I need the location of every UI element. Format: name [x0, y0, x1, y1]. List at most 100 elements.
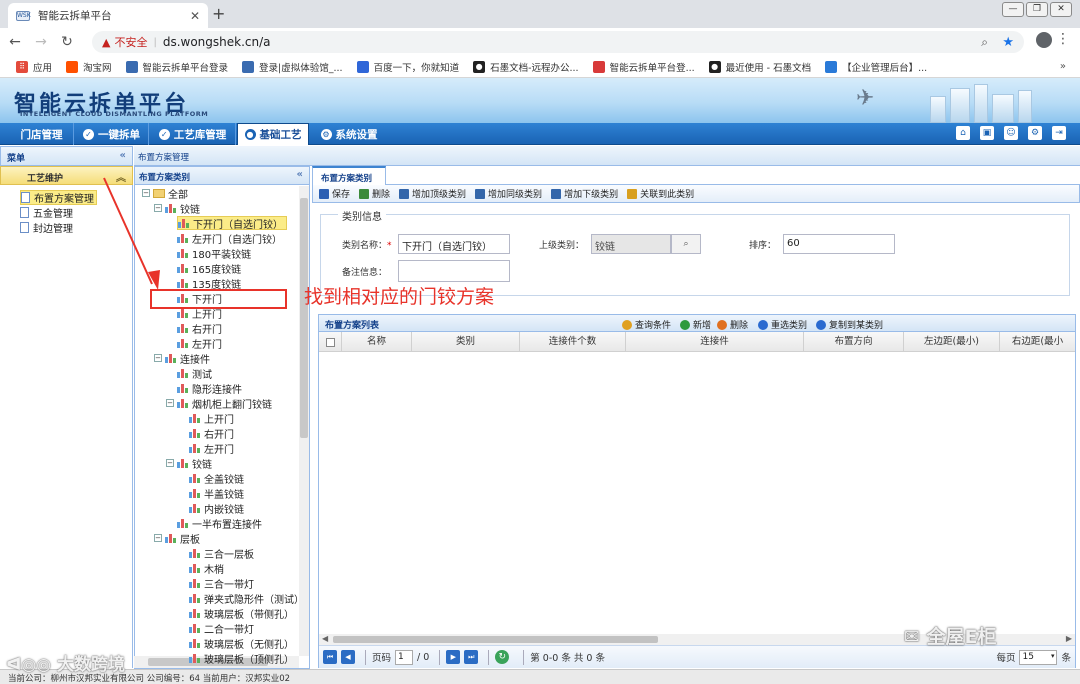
restore-icon[interactable]: ❐: [1026, 2, 1048, 17]
menu-item-edge-banding[interactable]: 封边管理: [20, 220, 73, 235]
grid-action-button[interactable]: 重选类别: [758, 318, 807, 331]
tree-node[interactable]: 三合一层板: [189, 546, 254, 561]
tree-node[interactable]: 弹夹式隐形件（测试）: [189, 591, 304, 606]
tree-node[interactable]: 下开门: [177, 291, 222, 306]
bookmark-star-icon[interactable]: ★: [1002, 35, 1014, 50]
order-input[interactable]: 60: [783, 234, 895, 254]
collapse-left-icon[interactable]: «: [297, 169, 303, 180]
bookmark-item[interactable]: ● 石墨文档-远程办公...: [473, 60, 579, 74]
parent-category-search-button[interactable]: ⌕: [671, 234, 701, 254]
grid-action-button[interactable]: 删除: [717, 318, 748, 331]
last-page-icon[interactable]: ⏭: [464, 650, 479, 664]
url-text[interactable]: ds.wongshek.cn/a: [163, 35, 271, 49]
tree-node[interactable]: − 全部: [142, 186, 188, 201]
tree-node[interactable]: − 层板: [154, 531, 200, 546]
bookmark-item[interactable]: ● 最近使用 - 石墨文档: [708, 60, 811, 74]
tree-node[interactable]: 测试: [177, 366, 212, 381]
back-arrow-icon[interactable]: ←: [4, 34, 26, 50]
column-header[interactable]: 左边距(最小): [904, 332, 1000, 352]
select-all-checkbox[interactable]: [326, 338, 335, 347]
tree-node[interactable]: 下开门（自选门铰）: [177, 216, 287, 231]
bookmark-item[interactable]: 智能云拆单平台登录: [125, 60, 228, 74]
column-header[interactable]: 名称: [342, 332, 412, 352]
bookmark-item[interactable]: 【企业管理后台】...: [825, 60, 927, 74]
monitor-icon[interactable]: ▣: [980, 126, 994, 140]
forward-arrow-icon[interactable]: →: [30, 34, 52, 50]
tree-node[interactable]: 全盖铰链: [189, 471, 244, 486]
tree-node[interactable]: 165度铰链: [177, 261, 241, 276]
scrollbar-thumb[interactable]: [333, 636, 658, 643]
tree-node[interactable]: 右开门: [189, 426, 234, 441]
tree-node[interactable]: 一半布置连接件: [177, 516, 262, 531]
toolbar-button[interactable]: 增加顶级类别: [399, 187, 466, 200]
grid-action-button[interactable]: 复制到某类别: [816, 318, 883, 331]
scroll-right-icon[interactable]: ▶: [1066, 634, 1072, 643]
grid-action-button[interactable]: 新增: [680, 318, 711, 331]
note-textarea[interactable]: [398, 260, 510, 282]
first-page-icon[interactable]: ⏮: [323, 650, 337, 664]
refresh-icon[interactable]: ↻: [495, 650, 510, 664]
expand-toggle-icon[interactable]: −: [154, 534, 162, 542]
expand-toggle-icon[interactable]: −: [166, 459, 174, 467]
toolbar-button[interactable]: 关联到此类别: [627, 187, 694, 200]
chrome-menu-icon[interactable]: ⋮: [1056, 31, 1070, 47]
tree-node[interactable]: 二合一带灯: [189, 621, 254, 636]
nav-system-settings[interactable]: ⚙ 系统设置: [312, 123, 386, 145]
tree-node[interactable]: 上开门: [177, 306, 222, 321]
page-number-input[interactable]: 1: [395, 649, 414, 665]
column-header[interactable]: 连接件: [626, 332, 804, 352]
column-header[interactable]: 右边距(最小: [1000, 332, 1075, 352]
close-tab-icon[interactable]: ✕: [190, 9, 200, 23]
reload-icon[interactable]: ↻: [56, 34, 78, 50]
parent-category-input[interactable]: 铰链: [591, 234, 671, 254]
home-icon[interactable]: ⌂: [956, 126, 970, 140]
minimize-icon[interactable]: —: [1002, 2, 1024, 17]
tree-node[interactable]: 135度铰链: [177, 276, 241, 291]
column-header[interactable]: 类别: [412, 332, 520, 352]
collapse-left-icon[interactable]: «: [120, 150, 126, 161]
new-tab-button[interactable]: +: [212, 4, 225, 23]
expand-toggle-icon[interactable]: −: [166, 399, 174, 407]
tree-vertical-scrollbar[interactable]: [299, 186, 309, 656]
bookmark-item[interactable]: ⠿ 应用: [16, 60, 52, 74]
browser-tab[interactable]: WSK 智能云拆单平台 ✕: [8, 3, 208, 28]
tree-node[interactable]: 木梢: [189, 561, 224, 576]
tree-node[interactable]: 玻璃层板（带侧孔）: [189, 606, 294, 621]
zoom-magnifier-icon[interactable]: ⌕: [981, 35, 988, 50]
category-name-input[interactable]: 下开门（自选门铰）: [398, 234, 510, 254]
nav-basic-process[interactable]: ● 基础工艺: [237, 123, 309, 145]
expand-toggle-icon[interactable]: −: [154, 204, 162, 212]
bookmark-item[interactable]: 淘宝网: [66, 60, 112, 74]
tree-node[interactable]: − 铰链: [154, 201, 200, 216]
scrollbar-thumb[interactable]: [300, 198, 308, 438]
expand-toggle-icon[interactable]: −: [154, 354, 162, 362]
tree-node[interactable]: 180平装铰链: [177, 246, 251, 261]
tree-node[interactable]: − 铰链: [166, 456, 212, 471]
tree-node[interactable]: 左开门（自选门铰）: [177, 231, 282, 246]
tree-node[interactable]: 三合一带灯: [189, 576, 254, 591]
toolbar-button[interactable]: 增加下级类别: [551, 187, 618, 200]
tree-node[interactable]: 左开门: [189, 441, 234, 456]
tree-node[interactable]: 玻璃层板（顶侧孔）: [189, 651, 294, 666]
user-icon[interactable]: ☺: [1004, 126, 1018, 140]
column-header[interactable]: 连接件个数: [520, 332, 626, 352]
tree-node[interactable]: 隐形连接件: [177, 381, 242, 396]
column-header[interactable]: 布置方向: [804, 332, 904, 352]
next-page-icon[interactable]: ▶: [446, 650, 461, 664]
menu-item-hardware[interactable]: 五金管理: [20, 205, 73, 220]
expand-toggle-icon[interactable]: −: [142, 189, 150, 197]
scroll-left-icon[interactable]: ◀: [322, 634, 328, 643]
nav-store-management[interactable]: 门店管理: [10, 123, 74, 145]
nav-one-click-split[interactable]: ✓ 一键拆单: [75, 123, 149, 145]
prev-page-icon[interactable]: ◀: [341, 650, 355, 664]
tree-node[interactable]: 左开门: [177, 336, 222, 351]
tab-layout-category[interactable]: 布置方案类别: [312, 166, 386, 185]
tree-node[interactable]: 右开门: [177, 321, 222, 336]
tree-node[interactable]: 玻璃层板（无侧孔）: [189, 636, 294, 651]
bookmark-item[interactable]: 百度一下，你就知道: [356, 60, 459, 74]
gear-icon[interactable]: ⚙: [1028, 126, 1042, 140]
bookmarks-overflow-icon[interactable]: »: [1060, 61, 1066, 72]
account-avatar-icon[interactable]: [1036, 32, 1052, 48]
tree-node[interactable]: 内嵌铰链: [189, 501, 244, 516]
tree-node[interactable]: − 烟机柜上翻门铰链: [166, 396, 272, 411]
